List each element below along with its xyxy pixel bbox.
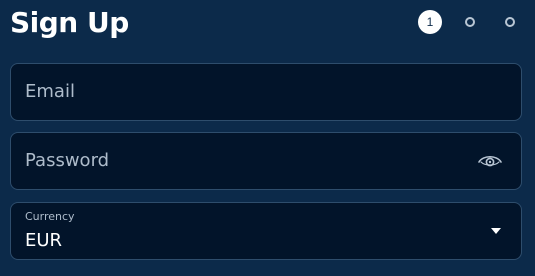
step-indicator: 1	[418, 10, 528, 34]
caret-down-icon[interactable]	[491, 228, 501, 234]
step-3-pending	[505, 17, 515, 27]
currency-value: EUR	[25, 230, 63, 251]
step-1-active: 1	[418, 10, 442, 34]
page-title: Sign Up	[10, 6, 129, 39]
eye-icon[interactable]	[477, 150, 503, 172]
step-2-pending	[465, 17, 475, 27]
header: Sign Up 1	[0, 0, 535, 50]
password-field[interactable]: Password	[10, 132, 522, 190]
email-field[interactable]: Email	[10, 63, 522, 121]
password-placeholder: Password	[25, 150, 110, 171]
currency-select[interactable]: Currency EUR	[10, 202, 522, 260]
currency-label: Currency	[25, 210, 75, 223]
email-placeholder: Email	[25, 81, 75, 102]
